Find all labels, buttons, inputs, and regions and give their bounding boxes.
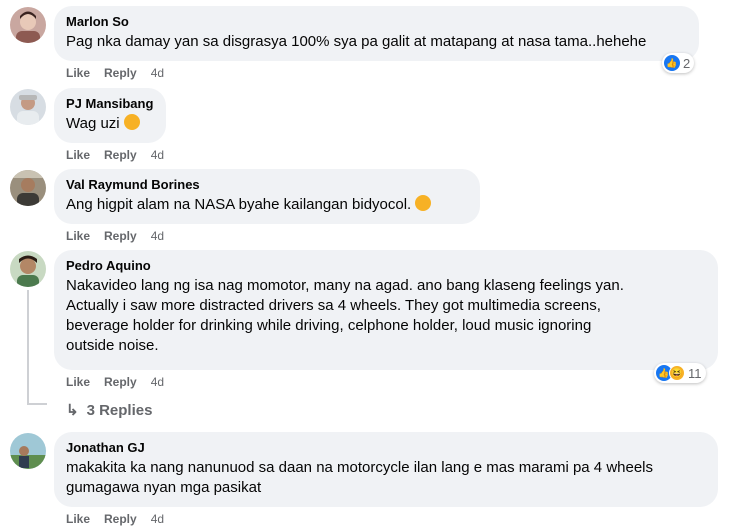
reaction-summary[interactable]: 👍 😆 11 xyxy=(654,363,706,383)
like-button[interactable]: Like xyxy=(66,66,90,80)
comment-text-line: beverage holder for drinking while drivi… xyxy=(66,317,592,334)
comment-text: Ang higpit alam na NASA byahe kailangan … xyxy=(66,195,468,215)
reply-button[interactable]: Reply xyxy=(104,66,137,80)
like-reaction-icon: 👍 xyxy=(664,55,680,71)
comment-timestamp[interactable]: 4d xyxy=(151,229,164,243)
comment-author[interactable]: PJ Mansibang xyxy=(66,96,154,112)
thread-line xyxy=(27,290,29,405)
reaction-count: 11 xyxy=(688,365,702,381)
comment-text-line: makakita ka nang nanunuod sa daan na mot… xyxy=(66,459,654,476)
grinning-emoji-icon xyxy=(415,195,432,211)
reply-button[interactable]: Reply xyxy=(104,229,137,243)
comment-timestamp[interactable]: 4d xyxy=(151,66,164,80)
thread-line-curve xyxy=(27,403,47,405)
reply-button[interactable]: Reply xyxy=(104,512,137,526)
comment-actions: Like Reply 4d xyxy=(66,512,178,526)
comment-text-line: Nakavideo lang ng isa nag momotor, many … xyxy=(66,277,624,294)
avatar[interactable] xyxy=(10,170,46,206)
replies-label: 3 Replies xyxy=(86,402,153,419)
reply-arrow-icon: ↳ xyxy=(66,402,79,419)
comment-text: Nakavideo lang ng isa nag momotor, many … xyxy=(66,276,706,356)
comment-author[interactable]: Val Raymund Borines xyxy=(66,177,468,193)
comment-timestamp[interactable]: 4d xyxy=(151,375,164,389)
comment-bubble: Jonathan GJ makakita ka nang nanunuod sa… xyxy=(54,432,718,507)
comment-text-value: Ang higpit alam na NASA byahe kailangan … xyxy=(66,196,412,213)
like-button[interactable]: Like xyxy=(66,375,90,389)
comment-timestamp[interactable]: 4d xyxy=(151,148,164,162)
comment-text-line: Actually i saw more distracted drivers s… xyxy=(66,297,601,314)
comment-bubble: Pedro Aquino Nakavideo lang ng isa nag m… xyxy=(54,250,718,370)
comment-actions: Like Reply 4d xyxy=(66,148,178,162)
comment-bubble: PJ Mansibang Wag uzi xyxy=(54,88,166,143)
haha-reaction-icon: 😆 xyxy=(669,365,685,381)
comment-actions: Like Reply 4d xyxy=(66,375,178,389)
avatar[interactable] xyxy=(10,433,46,469)
comment-text-line: outside noise. xyxy=(66,337,159,354)
like-button[interactable]: Like xyxy=(66,148,90,162)
comment-text: makakita ka nang nanunuod sa daan na mot… xyxy=(66,458,706,498)
reaction-count: 2 xyxy=(683,55,691,71)
comment-text-line: gumagawa nyan mga pasikat xyxy=(66,479,262,496)
reply-button[interactable]: Reply xyxy=(104,375,137,389)
comment-text: Pag nka damay yan sa disgrasya 100% sya … xyxy=(66,33,647,50)
comment-text: Wag uzi xyxy=(66,114,154,134)
reaction-summary[interactable]: 👍 2 xyxy=(662,53,695,73)
comment-author[interactable]: Marlon So xyxy=(66,14,687,30)
comment-author[interactable]: Pedro Aquino xyxy=(66,258,706,274)
comment-timestamp[interactable]: 4d xyxy=(151,512,164,526)
like-button[interactable]: Like xyxy=(66,229,90,243)
comment-author[interactable]: Jonathan GJ xyxy=(66,440,706,456)
avatar[interactable] xyxy=(10,251,46,287)
comment-actions: Like Reply 4d xyxy=(66,229,178,243)
comment-bubble: Val Raymund Borines Ang higpit alam na N… xyxy=(54,169,480,224)
avatar[interactable] xyxy=(10,89,46,125)
avatar[interactable] xyxy=(10,7,46,43)
like-button[interactable]: Like xyxy=(66,512,90,526)
comment-actions: Like Reply 4d xyxy=(66,66,178,80)
view-replies-button[interactable]: ↳ 3 Replies xyxy=(66,401,152,419)
reply-button[interactable]: Reply xyxy=(104,148,137,162)
laughing-emoji-icon xyxy=(123,114,140,130)
comment-bubble: Marlon So Pag nka damay yan sa disgrasya… xyxy=(54,6,699,61)
comment-text-value: Wag uzi xyxy=(66,115,120,132)
